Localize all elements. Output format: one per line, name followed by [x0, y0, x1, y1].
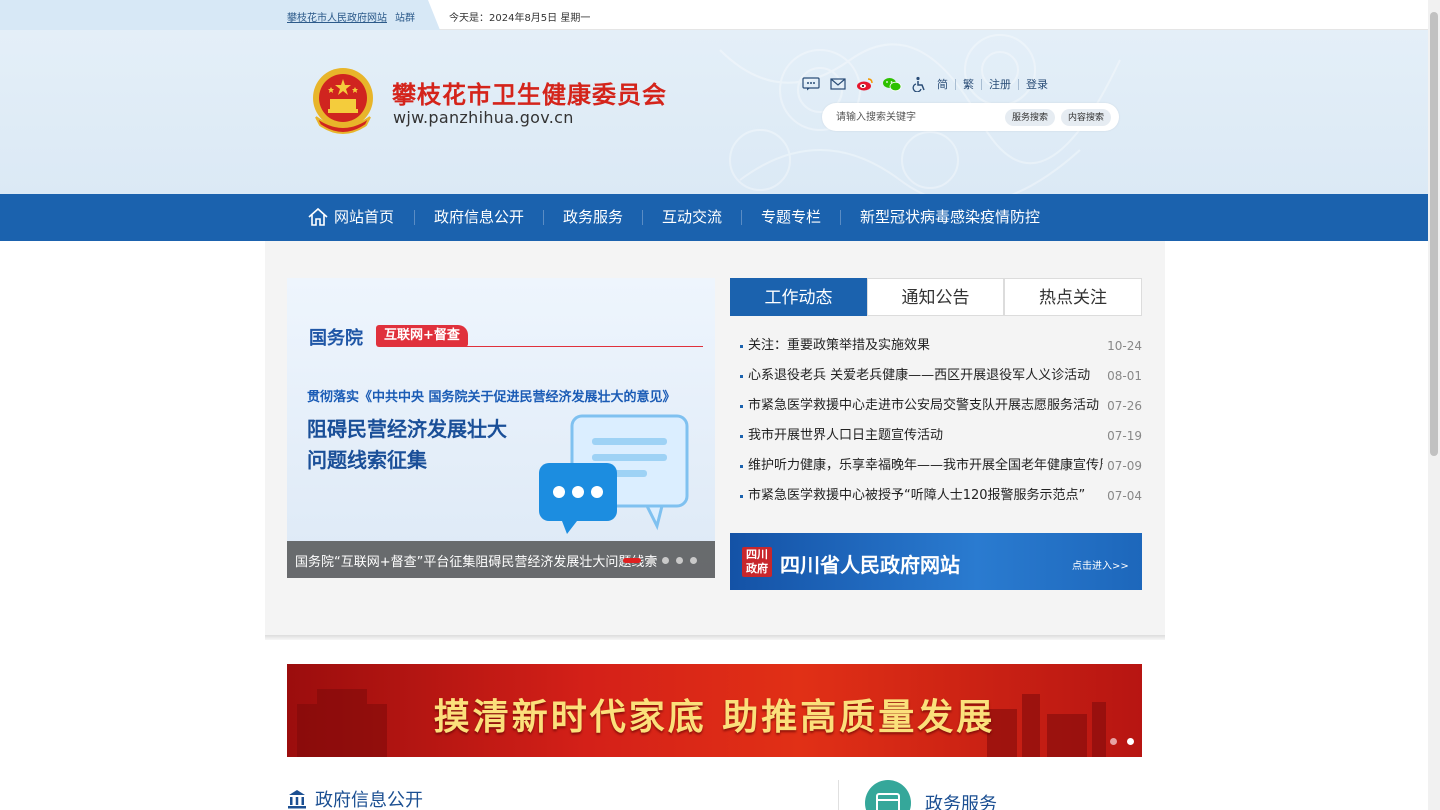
search-box: 服务搜索 内容搜索: [822, 103, 1119, 131]
slider-dot[interactable]: [690, 557, 697, 564]
news-date: 07-04: [1107, 489, 1142, 503]
list-item[interactable]: 维护听力健康，乐享幸福晚年——我市开展全国老年健康宣传周活动 07-09: [740, 451, 1142, 481]
nav-item-interaction[interactable]: 互动交流: [662, 194, 722, 241]
news-title[interactable]: 我市开展世界人口日主题宣传活动: [748, 421, 1103, 451]
bullet-icon: [740, 465, 743, 468]
nav-item-gov-info[interactable]: 政府信息公开: [434, 194, 524, 241]
image-slider[interactable]: 国务院 互联网+督查 贯彻落实《中共中央 国务院关于促进民营经济发展壮大的意见》…: [287, 278, 715, 578]
simplified-chinese-link[interactable]: 简: [935, 79, 955, 90]
header-tools: 简 繁 注册 登录: [800, 75, 1055, 93]
page-scrollbar[interactable]: [1428, 0, 1440, 810]
nav-separator: [543, 210, 544, 225]
bullet-icon: [740, 435, 743, 438]
banner-dot[interactable]: [1110, 738, 1117, 745]
national-emblem-icon: [313, 68, 373, 134]
bullet-icon: [740, 405, 743, 408]
wechat-icon[interactable]: [881, 75, 903, 93]
slider-dot[interactable]: [676, 557, 683, 564]
news-date: 07-09: [1107, 459, 1142, 473]
message-icon[interactable]: [800, 75, 822, 93]
register-link[interactable]: 注册: [981, 78, 1018, 90]
sichuan-logo: 四川 政府: [742, 547, 772, 577]
slide-caption[interactable]: 国务院“互联网+督查”平台征集阻碍民营经济发展壮大问题线索: [295, 551, 675, 570]
bullet-icon: [740, 345, 743, 348]
list-item[interactable]: 关注：重要政策举措及实施效果 10-24: [740, 331, 1142, 361]
slide-headline: 阻碍民营经济发展壮大: [307, 417, 507, 441]
section-gov-info-title: 政府信息公开: [315, 790, 423, 810]
accessibility-icon[interactable]: [908, 75, 930, 93]
main-nav: 网站首页 政府信息公开 政务服务 互动交流 专题专栏 新型冠状病毒感染疫情防控: [0, 194, 1428, 241]
scrollbar-thumb[interactable]: [1430, 12, 1438, 456]
slide-rule: [387, 346, 703, 347]
banner-pagination: [1110, 738, 1134, 745]
bullet-icon: [740, 495, 743, 498]
slide-tag: 国务院: [309, 328, 363, 349]
section-divider: [838, 780, 839, 810]
weibo-icon[interactable]: [854, 75, 876, 93]
site-domain: wjw.panzhihua.gov.cn: [393, 108, 574, 127]
news-title[interactable]: 关注：重要政策举措及实施效果: [748, 331, 1103, 361]
news-list: 关注：重要政策举措及实施效果 10-24 心系退役老兵 关爱老兵健康——西区开展…: [740, 331, 1142, 511]
nav-separator: [642, 210, 643, 225]
building-icon: [288, 790, 306, 809]
news-title[interactable]: 市紧急医学救援中心走进市公安局交警支队开展志愿服务活动: [748, 391, 1103, 421]
search-input[interactable]: [836, 109, 1006, 125]
chat-bubbles-icon: [539, 414, 689, 534]
traditional-chinese-link[interactable]: 繁: [955, 78, 981, 90]
census-banner-title: 摸清新时代家底 助推高质量发展: [433, 696, 996, 738]
census-banner[interactable]: 摸清新时代家底 助推高质量发展: [287, 664, 1142, 757]
login-link[interactable]: 登录: [1018, 78, 1055, 90]
current-date: 今天是：2024年8月5日 星期一: [449, 13, 591, 24]
sichuan-banner-title: 四川省人民政府网站: [780, 553, 960, 577]
tab-hot-topics[interactable]: 热点关注: [1004, 278, 1142, 316]
news-title[interactable]: 心系退役老兵 关爱老兵健康——西区开展退役军人义诊活动: [748, 361, 1103, 391]
tab-notices[interactable]: 通知公告: [867, 278, 1004, 316]
list-item[interactable]: 我市开展世界人口日主题宣传活动 07-19: [740, 421, 1142, 451]
top-bar: 攀枝花市人民政府网站 站群 今天是：2024年8月5日 星期一: [0, 0, 1428, 30]
news-title[interactable]: 市紧急医学救援中心被授予“听障人士120报警服务示范点”: [748, 481, 1103, 511]
site-group-link[interactable]: 攀枝花市人民政府网站: [287, 9, 387, 24]
site-header: 攀枝花市卫生健康委员会 wjw.panzhihua.gov.cn 简 繁 注册 …: [0, 30, 1428, 194]
nav-separator: [741, 210, 742, 225]
slider-dot[interactable]: [662, 557, 669, 564]
slide-subtitle: 贯彻落实《中共中央 国务院关于促进民营经济发展壮大的意见》: [307, 390, 676, 405]
news-date: 08-01: [1107, 369, 1142, 383]
nav-item-covid[interactable]: 新型冠状病毒感染疫情防控: [860, 194, 1040, 241]
section-gov-info-header[interactable]: 政府信息公开: [287, 788, 423, 810]
slider-dot[interactable]: [648, 557, 655, 564]
sichuan-enter-link[interactable]: 点击进入>>: [1072, 557, 1129, 572]
news-date: 10-24: [1107, 339, 1142, 353]
bullet-icon: [740, 375, 743, 378]
slider-pagination: [623, 557, 697, 564]
nav-separator: [840, 210, 841, 225]
nav-item-topics[interactable]: 专题专栏: [761, 194, 821, 241]
banner-dot[interactable]: [1127, 738, 1134, 745]
home-icon[interactable]: [307, 207, 329, 227]
tab-work-news[interactable]: 工作动态: [730, 278, 867, 316]
news-date: 07-19: [1107, 429, 1142, 443]
list-item[interactable]: 市紧急医学救援中心被授予“听障人士120报警服务示范点” 07-04: [740, 481, 1142, 511]
service-icon: [865, 780, 911, 810]
nav-item-home[interactable]: 网站首页: [334, 194, 394, 241]
news-title[interactable]: 维护听力健康，乐享幸福晚年——我市开展全国老年健康宣传周活动: [748, 451, 1103, 481]
content-search-button[interactable]: 内容搜索: [1061, 109, 1112, 126]
news-date: 07-26: [1107, 399, 1142, 413]
slide-tag-pill: 互联网+督查: [376, 325, 468, 347]
nav-separator: [414, 210, 415, 225]
service-search-button[interactable]: 服务搜索: [1005, 109, 1056, 126]
site-title: 攀枝花市卫生健康委员会: [392, 81, 667, 109]
sichuan-gov-banner[interactable]: 四川 政府 四川省人民政府网站 点击进入>>: [730, 533, 1142, 590]
list-item[interactable]: 心系退役老兵 关爱老兵健康——西区开展退役军人义诊活动 08-01: [740, 361, 1142, 391]
slider-dot[interactable]: [623, 558, 641, 563]
slide-headline-2: 问题线索征集: [307, 448, 427, 472]
nav-item-services[interactable]: 政务服务: [563, 194, 623, 241]
mail-icon[interactable]: [827, 75, 849, 93]
news-tabs: 工作动态 通知公告 热点关注: [730, 278, 1142, 316]
site-group-label[interactable]: 站群: [395, 9, 415, 24]
section-services-title[interactable]: 政务服务: [925, 790, 997, 810]
panel-shadow: [265, 635, 1165, 640]
list-item[interactable]: 市紧急医学救援中心走进市公安局交警支队开展志愿服务活动 07-26: [740, 391, 1142, 421]
